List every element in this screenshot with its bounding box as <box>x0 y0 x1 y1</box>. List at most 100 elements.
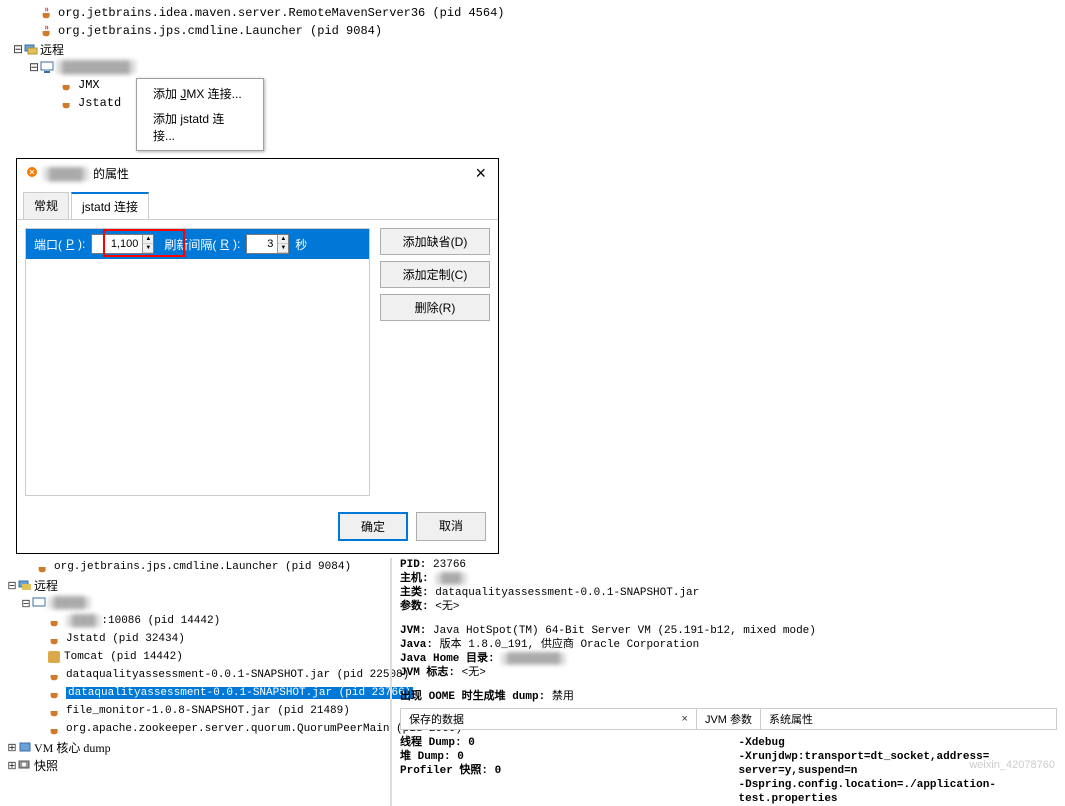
cancel-button[interactable]: 取消 <box>416 512 486 541</box>
host-icon <box>40 60 54 74</box>
spin-down[interactable]: ▼ <box>143 244 153 253</box>
detail-col-right: -Xdebug -Xrunjdwp:transport=dt_socket,ad… <box>739 736 1058 806</box>
disk-icon <box>18 740 32 754</box>
tab-general[interactable]: 常规 <box>23 192 69 219</box>
tree-expander[interactable]: ⊟ <box>20 597 32 610</box>
tree-expander[interactable]: ⊟ <box>28 60 40 74</box>
menu-prefix: 添加 <box>153 87 180 101</box>
pid-value: 23766 <box>433 559 466 571</box>
port-spinner[interactable]: ▲ ▼ <box>91 234 154 254</box>
java-icon <box>40 6 54 20</box>
tree-item-label: 远程 <box>34 577 58 594</box>
tree-item-label: org.jetbrains.jps.cmdline.Launcher (pid … <box>58 24 382 38</box>
spin-up[interactable]: ▲ <box>143 235 153 244</box>
thread-dump: 线程 Dump: 0 <box>400 737 475 749</box>
tree-row[interactable]: ⊞ VM 核心 dump <box>4 738 386 756</box>
tree-item-label: org.jetbrains.jps.cmdline.Launcher (pid … <box>54 561 351 573</box>
tree-item-label: :10086 (pid 14442) <box>101 615 220 627</box>
tomcat-icon <box>48 651 60 663</box>
tree-row[interactable]: ⊟ ████████ <box>8 58 1057 76</box>
properties-dialog: ████ 的属性 × 常规 jstatd 连接 端口(P): ▲ ▼ <box>16 158 499 554</box>
tree-item-label: 快照 <box>34 757 58 774</box>
detail-tab-saved[interactable]: 保存的数据 × <box>401 709 697 729</box>
spin-up[interactable]: ▲ <box>278 235 288 244</box>
blurred-host: ███ <box>435 573 467 585</box>
oome-value: 禁用 <box>552 691 574 703</box>
close-icon[interactable]: × <box>682 713 688 725</box>
dialog-close-button[interactable]: × <box>471 163 490 184</box>
tree-item-label: VM 核心 dump <box>34 739 111 756</box>
detail-tab-jvmargs[interactable]: JVM 参数 <box>697 709 761 729</box>
tree-row[interactable]: ⊟ ████ <box>4 594 386 612</box>
tree-item-label: 远程 <box>40 41 64 58</box>
jvm-value: Java HotSpot(TM) 64-Bit Server VM (25.19… <box>433 625 816 637</box>
jvmflags-value: <无> <box>462 667 486 679</box>
tree-row-remote[interactable]: ⊟ 远程 <box>8 40 1057 58</box>
tree-row[interactable]: Jstatd (pid 32434) <box>4 630 386 648</box>
tree-item-label: Jstatd (pid 32434) <box>66 633 185 645</box>
java-value: 版本 1.8.0_191, 供应商 Oracle Corporation <box>440 639 700 651</box>
javahome-label: Java Home 目录: <box>400 653 495 665</box>
tree-row[interactable]: Tomcat (pid 14442) <box>4 648 386 666</box>
details-panel: PID: 23766 主机: ███ 主类: dataqualityassess… <box>390 558 1065 806</box>
remote-icon <box>24 42 38 56</box>
java-label: Java: <box>400 639 433 651</box>
blurred-path: ████████ <box>501 653 566 665</box>
dialog-title-bar: ████ 的属性 × <box>17 159 498 188</box>
mainclass-value: dataqualityassessment-0.0.1-SNAPSHOT.jar <box>435 587 699 599</box>
menu-item-add-jstatd[interactable]: 添加 jstatd 连接... <box>137 106 263 148</box>
java-icon <box>48 686 62 700</box>
menu-suffix: MX 连接... <box>186 87 241 101</box>
tree-item-label-selected: dataqualityassessment-0.0.1-SNAPSHOT.jar… <box>66 687 413 699</box>
spin-down[interactable]: ▼ <box>278 244 288 253</box>
detail-tab-strip: 保存的数据 × JVM 参数 系统属性 <box>400 708 1057 730</box>
jvmarg-line: -Dspring.config.location=./application-t… <box>739 778 1058 806</box>
args-label: 参数: <box>400 601 429 613</box>
host-icon <box>32 596 46 610</box>
tree-row[interactable]: ⊞ 快照 <box>4 756 386 774</box>
tab-label: 系统属性 <box>769 711 813 727</box>
tree-row[interactable]: dataqualityassessment-0.0.1-SNAPSHOT.jar… <box>4 684 386 702</box>
java-icon <box>48 614 62 628</box>
blurred-host-title: ████ <box>43 167 89 181</box>
heap-dump: 堆 Dump: 0 <box>400 751 464 763</box>
oome-label: 出现 OOME 时生成堆 dump: <box>400 691 545 703</box>
add-default-button[interactable]: 添加缺省(D) <box>380 228 490 255</box>
args-value: <无> <box>435 601 459 613</box>
port-input[interactable] <box>92 235 142 253</box>
delete-button[interactable]: 删除(R) <box>380 294 490 321</box>
blurred-host: ████ <box>48 597 91 609</box>
java-icon <box>60 78 74 92</box>
blurred-host: ████████ <box>56 60 136 74</box>
detail-col-left: 线程 Dump: 0 堆 Dump: 0 Profiler 快照: 0 <box>400 736 719 806</box>
tree-row[interactable]: org.apache.zookeeper.server.quorum.Quoru… <box>4 720 386 738</box>
menu-prefix: 添加 <box>153 112 180 126</box>
java-icon <box>36 560 50 574</box>
tree-row[interactable]: org.jetbrains.jps.cmdline.Launcher (pid … <box>8 22 1057 40</box>
tree-row[interactable]: dataqualityassessment-0.0.1-SNAPSHOT.jar… <box>4 666 386 684</box>
tree-expander[interactable]: ⊞ <box>6 759 18 772</box>
interval-input[interactable] <box>247 235 277 253</box>
interval-spinner[interactable]: ▲ ▼ <box>246 234 289 254</box>
tree-item-label: file_monitor-1.0.8-SNAPSHOT.jar (pid 214… <box>66 705 350 717</box>
ok-button[interactable]: 确定 <box>338 512 408 541</box>
add-custom-button[interactable]: 添加定制(C) <box>380 261 490 288</box>
java-icon <box>48 632 62 646</box>
tree-row[interactable]: file_monitor-1.0.8-SNAPSHOT.jar (pid 214… <box>4 702 386 720</box>
remote-icon <box>18 578 32 592</box>
tree-row[interactable]: ⊟ 远程 <box>4 576 386 594</box>
tree-row[interactable]: org.jetbrains.idea.maven.server.RemoteMa… <box>8 4 1057 22</box>
tree-expander[interactable]: ⊞ <box>6 741 18 754</box>
menu-item-add-jmx[interactable]: 添加 JMX 连接... <box>137 81 263 106</box>
connection-header-row[interactable]: 端口(P): ▲ ▼ 刷新间隔(R): ▲ ▼ <box>26 229 369 259</box>
detail-tab-sysprops[interactable]: 系统属性 <box>761 709 1056 729</box>
profiler-snapshot: Profiler 快照: 0 <box>400 765 501 777</box>
tab-jstatd[interactable]: jstatd 连接 <box>71 192 149 219</box>
tree-row[interactable]: org.jetbrains.jps.cmdline.Launcher (pid … <box>4 558 386 576</box>
jvm-label: JVM: <box>400 625 426 637</box>
tree-expander[interactable]: ⊟ <box>12 42 24 56</box>
tree-item-label: Tomcat (pid 14442) <box>64 651 183 663</box>
tree-row[interactable]: ███ :10086 (pid 14442) <box>4 612 386 630</box>
dialog-app-icon <box>25 165 39 182</box>
tree-expander[interactable]: ⊟ <box>6 579 18 592</box>
